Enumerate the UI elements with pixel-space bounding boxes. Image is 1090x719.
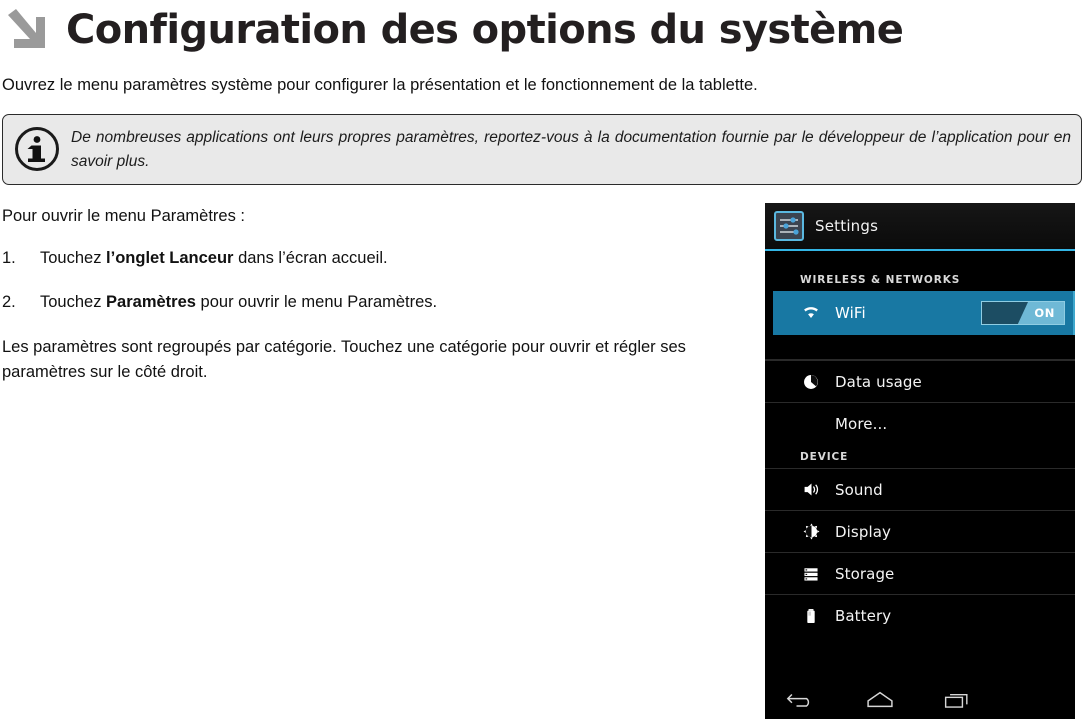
instructions-lead: Pour ouvrir le menu Paramètres : bbox=[2, 207, 246, 225]
home-icon[interactable] bbox=[863, 688, 897, 712]
settings-row-data-usage[interactable]: Data usage bbox=[765, 360, 1075, 402]
settings-row-label: Battery bbox=[835, 606, 892, 625]
settings-row-display[interactable]: Display bbox=[765, 510, 1075, 552]
instructions-block: Pour ouvrir le menu Paramètres : 1. Touc… bbox=[2, 205, 750, 385]
storage-icon bbox=[800, 563, 822, 585]
settings-row-label: WiFi bbox=[835, 304, 866, 322]
intro-paragraph: Ouvrez le menu paramètres système pour c… bbox=[2, 76, 758, 94]
step-number: 2. bbox=[2, 293, 16, 311]
steps-list: 1. Touchez l’onglet Lanceur dans l’écran… bbox=[2, 247, 750, 313]
settings-row-label: Sound bbox=[835, 480, 883, 499]
info-note-text: De nombreuses applications ont leurs pro… bbox=[71, 129, 1071, 170]
page-title: Configuration des options du système bbox=[66, 7, 904, 53]
settings-row-more[interactable]: More... bbox=[765, 402, 1075, 444]
toggle-knob bbox=[982, 302, 1028, 324]
step-text-after: pour ouvrir le menu Paramètres. bbox=[195, 293, 438, 311]
step-text-bold: Paramètres bbox=[106, 293, 196, 311]
settings-row-storage[interactable]: Storage bbox=[765, 552, 1075, 594]
data-usage-icon bbox=[800, 371, 822, 393]
android-settings-list: WIRELESS & NETWORKS WiFi ON Data usage M… bbox=[765, 251, 1075, 681]
step-text: Touchez Paramètres pour ouvrir le menu P… bbox=[40, 291, 750, 313]
settings-row-label: Storage bbox=[835, 564, 895, 583]
info-circle-icon bbox=[15, 127, 59, 171]
list-item: 1. Touchez l’onglet Lanceur dans l’écran… bbox=[2, 247, 750, 269]
android-settings-screenshot: Settings WIRELESS & NETWORKS WiFi ON Dat… bbox=[765, 203, 1075, 719]
recent-apps-icon[interactable] bbox=[941, 688, 975, 712]
toggle-state-label: ON bbox=[1034, 306, 1055, 320]
step-text-before: Touchez bbox=[40, 293, 107, 311]
settings-sliders-icon bbox=[774, 211, 804, 241]
wifi-toggle-switch[interactable]: ON bbox=[981, 301, 1065, 325]
info-note-box: De nombreuses applications ont leurs pro… bbox=[2, 114, 1082, 185]
step-text-bold: l’onglet Lanceur bbox=[106, 249, 234, 267]
android-navigation-bar bbox=[765, 681, 1075, 719]
step-text-before: Touchez bbox=[40, 249, 107, 267]
page-heading: Configuration des options du système bbox=[0, 0, 1090, 58]
battery-icon bbox=[800, 605, 822, 627]
step-number: 1. bbox=[2, 249, 16, 267]
wifi-icon bbox=[800, 302, 822, 324]
android-action-bar: Settings bbox=[765, 203, 1075, 251]
settings-row-battery[interactable]: Battery bbox=[765, 594, 1075, 636]
step-text: Touchez l’onglet Lanceur dans l’écran ac… bbox=[40, 247, 750, 269]
settings-row-label: Data usage bbox=[835, 372, 922, 391]
list-item: 2. Touchez Paramètres pour ouvrir le men… bbox=[2, 291, 750, 313]
settings-row-wifi[interactable]: WiFi ON bbox=[773, 291, 1075, 335]
settings-row-label: More... bbox=[835, 414, 888, 433]
back-icon[interactable] bbox=[785, 688, 819, 712]
settings-row-sound[interactable]: Sound bbox=[765, 468, 1075, 510]
speaker-icon bbox=[800, 479, 822, 501]
settings-row-label: Display bbox=[835, 522, 891, 541]
instructions-closing: Les paramètres sont regroupés par catégo… bbox=[2, 338, 686, 381]
arrow-down-right-icon bbox=[8, 9, 45, 48]
brightness-icon bbox=[800, 521, 822, 543]
section-header-wireless: WIRELESS & NETWORKS bbox=[800, 274, 961, 286]
step-text-after: dans l’écran accueil. bbox=[233, 249, 388, 267]
section-header-device: DEVICE bbox=[800, 451, 849, 463]
android-title: Settings bbox=[815, 217, 879, 235]
list-spacer bbox=[765, 335, 1075, 360]
